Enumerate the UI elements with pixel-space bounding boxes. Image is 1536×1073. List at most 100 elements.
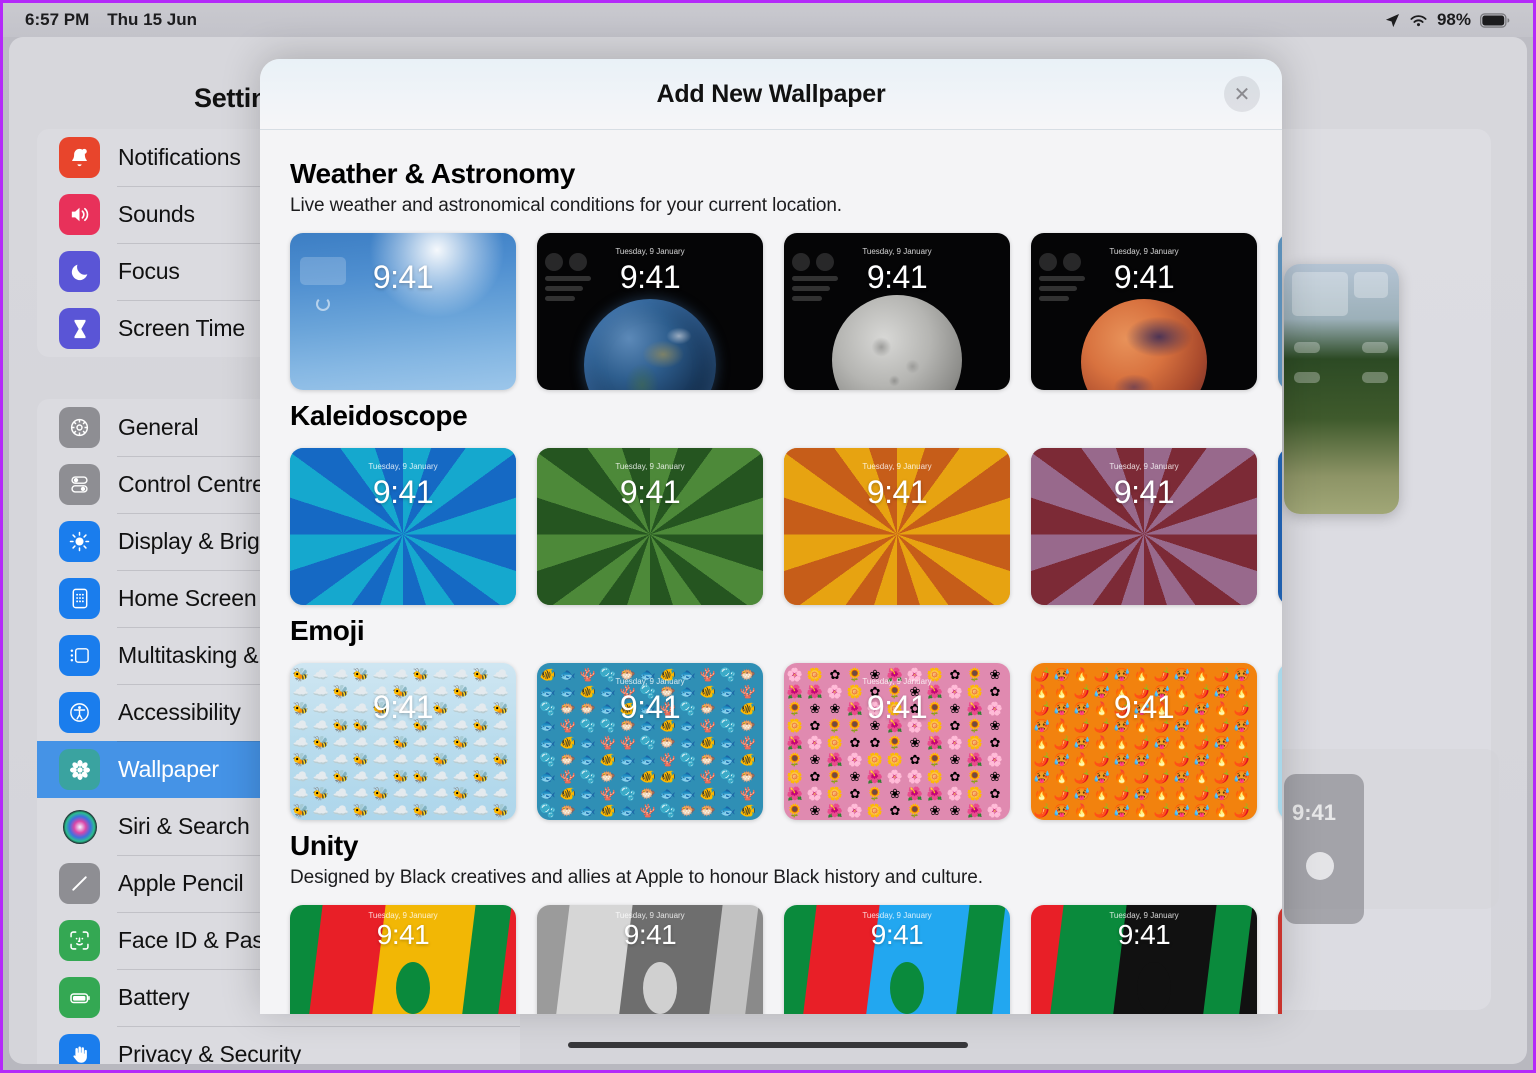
thumbnail-time: 9:41	[376, 919, 430, 950]
speaker-icon	[59, 194, 100, 235]
sidebar-item-label: Privacy & Security	[118, 1041, 302, 1064]
sidebar-item-privacy-security[interactable]: Privacy & Security	[37, 1026, 520, 1064]
thumbnail-time: 9:41	[623, 919, 677, 950]
wallpaper-thumbnail[interactable]: Tuesday, 9 January 9:41	[537, 905, 763, 1014]
sidebar-item-label: Battery	[118, 984, 190, 1010]
thumbnail-time: 9:41	[619, 259, 681, 295]
unity-oval	[1137, 961, 1172, 1014]
moon-icon	[59, 251, 100, 292]
wallpaper-section: Emoji 🐝 ☁️ ☁️ 🐝 ☁️ ☁️ 🐝 ☁️ ☁️ 🐝 ☁️ ☁️ ☁️ 🐝 ☁️ ☁️ 🐝 ☁️ ☁️ 🐝 ☁️…	[290, 615, 1282, 820]
accessibility-icon	[59, 692, 100, 733]
unity-oval	[890, 961, 925, 1014]
emoji-pattern: 🌶️ 🥵 🔥 🌶️ 🥵 🔥 🌶️ 🥵 🔥 🌶️ 🥵 🔥 🔥 🌶️ 🥵 🔥 🌶️ 🥵 🔥 🌶️ 🥵 🔥 🌶️ 🥵 🥵 🔥 🌶️ 🥵 🔥 🌶️…	[1033, 667, 1253, 818]
weather-ring-icon	[316, 297, 330, 311]
wallpaper-thumbnail[interactable]: Tuesday, 9 January 9:41	[1031, 905, 1257, 1014]
thumbnail-time: 9:41	[619, 474, 681, 510]
sidebar-item-label: General	[118, 414, 199, 440]
thumbnail-time: 9:41	[372, 474, 434, 510]
wallpaper-section: Unity Designed by Black creatives and all…	[290, 830, 1282, 1014]
wallpaper-thumbnail[interactable]: Tuesday, 9 January 9:41	[290, 905, 516, 1014]
sidebar-item-label: Control Centre	[118, 471, 265, 497]
wallpaper-thumbnail[interactable]: Tuesday, 9 January 9:41	[784, 905, 1010, 1014]
siri-icon	[59, 806, 100, 847]
section-title: Kaleidoscope	[290, 400, 468, 431]
wallpaper-thumbnail[interactable]: 🌶️ 🥵 🔥 🌶️ 🥵 🔥 🌶️ 🥵 🔥 🌶️ 🥵 🔥 🔥 🌶️ 🥵 🔥 🌶️ 🥵 🔥 🌶️ 🥵 🔥 🌶️ 🥵 🥵 🔥 🌶️ 🥵 🔥 🌶️…	[1031, 663, 1257, 820]
thumbnail-row: 🐝 ☁️ ☁️ 🐝 ☁️ ☁️ 🐝 ☁️ ☁️ 🐝 ☁️ ☁️ ☁️ 🐝 ☁️ ☁️ 🐝 ☁️ ☁️ 🐝 ☁️ ☁️ 🐝 ☁️…	[290, 663, 1282, 820]
battery-percent-label: 98%	[1436, 10, 1471, 29]
thumbnail-time: 9:41	[619, 689, 681, 725]
section-subtitle: Live weather and astronomical conditions…	[290, 195, 842, 216]
preview-time: 9:41	[1292, 800, 1337, 825]
wallpaper-thumbnail[interactable]: Tuesday, 9 January 9:41	[537, 448, 763, 605]
section-title: Weather & Astronomy	[290, 158, 575, 189]
section-title: Emoji	[290, 615, 365, 646]
battery-icon	[1480, 12, 1511, 28]
hand-icon	[59, 1034, 100, 1064]
thumbnail-date: Tuesday, 9 January	[615, 247, 685, 256]
thumbnail-row: 9:41 Tuesday, 9 January 9:41 Tuesday, 9 Jan…	[290, 233, 1282, 390]
sidebar-item-label: Notifications	[118, 144, 241, 170]
wallpaper-thumbnail[interactable]: Tuesday, 9 January 9:41	[784, 448, 1010, 605]
wallpaper-thumbnail[interactable]: Tuesday, 9 January 9:41	[1031, 233, 1257, 390]
thumbnail-date: Tuesday, 9 January	[615, 677, 685, 686]
thumbnail-time: 9:41	[372, 689, 434, 725]
sheet-header: Add New Wallpaper ✕	[260, 59, 1282, 130]
wallpaper-thumbnail[interactable]: Tuesday, 9 January 9:41	[290, 448, 516, 605]
wallpaper-thumbnail[interactable]: Tuesday, 9 January 9:41	[784, 233, 1010, 390]
faceid-icon	[59, 920, 100, 961]
thumbnail-time: 9:41	[866, 259, 928, 295]
wallpaper-thumbnail-partial[interactable]	[1278, 663, 1282, 820]
thumbnail-date: Tuesday, 9 January	[615, 462, 685, 471]
thumbnail-row: Tuesday, 9 January 9:41 Tuesday, 9 January…	[290, 905, 1282, 1014]
emoji-pattern: 🐠 🐟 🪸 🫧 🐡 🐟 🐠 🐟 🪸 🫧 🐡 🐟 🐟 🐠 🐟 🪸 🫧 🐡 🐟 🐠 🐟 🪸 🫧 🐡 🐡 🐟 🐠 🐟 🪸 🫧 🐡 🐟 🐠 🐟 🪸 🫧 🫧 🐡 🐟 🐠…	[539, 667, 759, 818]
unity-oval	[643, 961, 678, 1014]
wallpaper-thumbnail-partial[interactable]	[1278, 233, 1282, 390]
thumbnail-time: 9:41	[1113, 474, 1175, 510]
sidebar-item-label: Apple Pencil	[118, 870, 244, 896]
thumbnail-time: 9:41	[870, 919, 924, 950]
thumbnail-row: Tuesday, 9 January 9:41 Tuesday, 9 January…	[290, 448, 1282, 605]
preview-dot	[1306, 852, 1334, 880]
location-arrow-icon	[1385, 13, 1400, 28]
thumbnail-time: 9:41	[1113, 259, 1175, 295]
emoji-pattern: 🐝 ☁️ ☁️ 🐝 ☁️ ☁️ 🐝 ☁️ ☁️ 🐝 ☁️ ☁️ ☁️ 🐝 ☁️ ☁️ 🐝 ☁️ ☁️ 🐝 ☁️ ☁️ 🐝 ☁️…	[292, 667, 512, 818]
home-screen-preview[interactable]: 9:41	[1284, 774, 1364, 924]
sidebar-item-label: Wallpaper	[118, 756, 219, 782]
add-new-wallpaper-sheet: Add New Wallpaper ✕ Weather & Astronomy L…	[260, 59, 1282, 1014]
thumbnail-time: 9:41	[1117, 919, 1171, 950]
thumbnail-time: 9:41	[866, 689, 928, 725]
sidebar-item-label: Sounds	[118, 201, 195, 227]
hourglass-icon	[59, 308, 100, 349]
battery-icon	[59, 977, 100, 1018]
close-icon[interactable]: ✕	[1224, 76, 1260, 112]
sidebar-item-label: Accessibility	[118, 699, 241, 725]
unity-oval	[396, 961, 431, 1014]
sun-icon	[59, 521, 100, 562]
thumbnail-time: 9:41	[372, 259, 434, 295]
wallpaper-thumbnail-partial[interactable]	[1278, 905, 1282, 1014]
wallpaper-thumbnail-partial[interactable]	[1278, 448, 1282, 605]
wallpaper-thumbnail[interactable]: 🌸 🌼 ✿ 🌻 ❀ 🌺 🌸 🌼 ✿ 🌻 ❀ 🌺 🌺 🌸 🌼 ✿ 🌻 ❀ 🌺 🌸 🌼 ✿ 🌻 ❀ ❀ 🌺 🌸 🌼 ✿ 🌻 ❀ 🌺 🌸 🌼 ✿ 🌻 🌻 ❀ 🌺 🌸…	[784, 663, 1010, 820]
sheet-title: Add New Wallpaper	[656, 79, 886, 108]
lock-screen-preview[interactable]	[1284, 264, 1399, 514]
wallpaper-thumbnail[interactable]: Tuesday, 9 January 9:41	[537, 233, 763, 390]
flower-icon	[59, 749, 100, 790]
status-date: Thu 15 Jun	[107, 10, 197, 29]
sidebar-item-label: Siri & Search	[118, 813, 250, 839]
wallpaper-thumbnail[interactable]: Tuesday, 9 January 9:41	[1031, 448, 1257, 605]
multitasking-icon	[59, 635, 100, 676]
thumbnail-date: Tuesday, 9 January	[862, 677, 932, 686]
home-indicator[interactable]	[568, 1042, 968, 1048]
status-time: 6:57 PM	[25, 10, 90, 29]
sidebar-item-label: Screen Time	[118, 315, 245, 341]
sliders-icon	[59, 464, 100, 505]
section-subtitle: Designed by Black creatives and allies a…	[290, 867, 983, 888]
sheet-body[interactable]: Weather & Astronomy Live weather and astr…	[260, 130, 1282, 1014]
wallpaper-thumbnail[interactable]: 🐝 ☁️ ☁️ 🐝 ☁️ ☁️ 🐝 ☁️ ☁️ 🐝 ☁️ ☁️ ☁️ 🐝 ☁️ ☁️ 🐝 ☁️ ☁️ 🐝 ☁️ ☁️ 🐝 ☁️…	[290, 663, 516, 820]
wallpaper-section: Kaleidoscope Tuesday, 9 January 9:41 Tuesda…	[290, 400, 1282, 605]
wallpaper-thumbnail[interactable]: 🐠 🐟 🪸 🫧 🐡 🐟 🐠 🐟 🪸 🫧 🐡 🐟 🐟 🐠 🐟 🪸 🫧 🐡 🐟 🐠 🐟 🪸 🫧 🐡 🐡 🐟 🐠 🐟 🪸 🫧 🐡 🐟 🐠 🐟 🪸 🫧 🫧 🐡 🐟 🐠…	[537, 663, 763, 820]
moon-graphic	[832, 295, 962, 390]
wallpaper-thumbnail[interactable]: 9:41	[290, 233, 516, 390]
thumbnail-date: Tuesday, 9 January	[368, 462, 438, 471]
gear-icon	[59, 407, 100, 448]
